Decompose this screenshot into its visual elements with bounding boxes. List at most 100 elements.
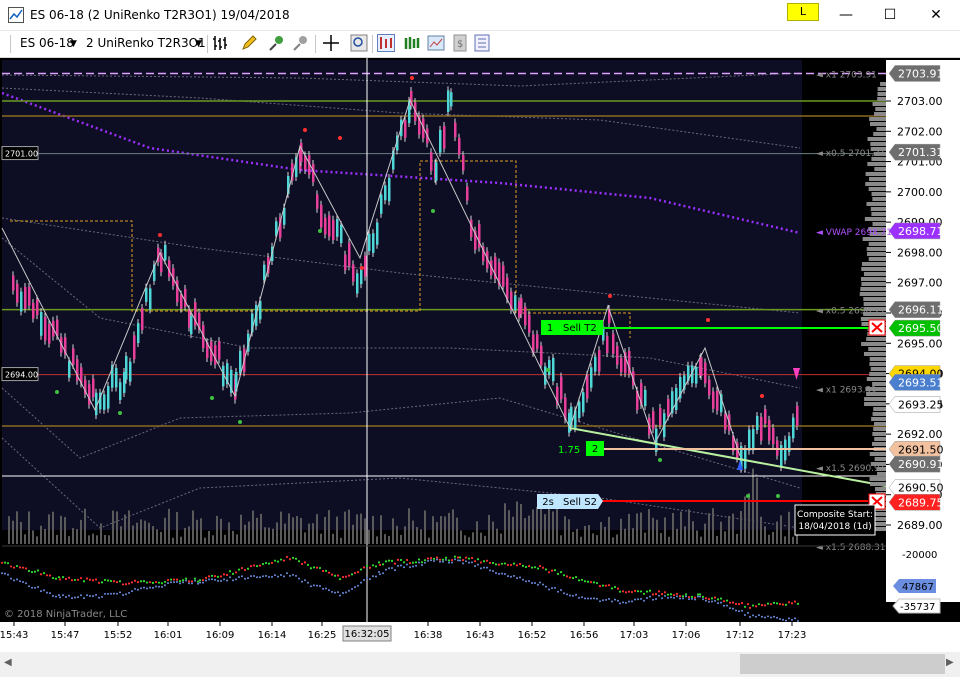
volume-bar [696,530,698,544]
delta-dot [518,562,522,566]
cumulative-dot [537,583,539,586]
delta-dot [512,562,516,565]
scroll-left-icon[interactable]: ◀ [4,657,12,668]
volume-bar [764,526,766,544]
volume-bar [716,535,718,544]
cumulative-dot [776,616,778,619]
chart-trader-icon[interactable] [427,34,445,52]
cumulative-dot [439,560,441,563]
delta-dot [453,555,457,558]
volume-bar [708,513,710,544]
profile-bar [870,207,886,211]
renko-bar-down [724,414,727,430]
profile-bar [867,137,886,141]
bar-style-icon[interactable] [212,34,230,52]
cumulative-dot [295,574,297,577]
volume-bar [572,531,574,544]
profile-bar [861,282,886,286]
cumulative-dot [705,599,707,602]
delta-dot [544,568,548,571]
renko-bar-down [462,155,465,171]
close-button[interactable]: ✕ [913,0,959,30]
delta-dot [772,601,776,605]
cumulative-dot [25,582,27,585]
swing-dot [338,136,342,140]
delta-dot [509,563,513,567]
zoom-in-icon[interactable] [268,34,286,52]
delta-dot [393,562,397,565]
volume-bar [28,511,30,544]
time-tick-label: 17:03 [620,630,649,641]
renko-bar-up [20,291,23,312]
time-tick-label: 15:52 [104,630,133,641]
period-selector[interactable]: 2 UniRenko T2R3O1 [86,36,206,50]
time-tick-label: 16:01 [154,630,183,641]
toolbar-separator [207,35,208,53]
delta-dot [133,579,137,582]
band-label: ◄ x0.5 2701.31 [816,149,886,159]
volume-bar [232,530,234,544]
instrument-selector[interactable]: ES 06-18 [20,36,74,50]
left-tag-text: 2701.00 [5,150,38,159]
magnify-icon[interactable] [350,34,368,52]
chevron-down-icon[interactable]: ▼ [195,39,202,49]
volume-bar [460,530,462,544]
cumulative-dot [631,600,633,603]
cumulative-dot [265,574,267,577]
delta-dot [684,593,688,596]
dollar-icon[interactable]: $ [451,34,469,52]
cumulative-dot [223,578,225,581]
indicators-icon[interactable] [377,34,395,52]
volume-bar [80,519,82,544]
maximize-button[interactable]: ☐ [867,0,913,30]
volume-bar [568,519,570,544]
delta-dot [760,603,764,607]
volume-bar [184,527,186,544]
renko-bar-up [107,386,110,409]
delta-dot [300,562,304,566]
renko-bar-up [695,367,698,384]
cumulative-dot [194,579,196,582]
price-chart[interactable]: 2703.002702.002701.002700.002699.002698.… [0,58,960,652]
cumulative-dot [468,561,470,564]
volume-bar [176,512,178,544]
volume-bar [84,508,86,544]
volume-bar [208,530,210,544]
strategies-icon[interactable] [403,34,421,52]
delta-dot [787,601,791,604]
renko-bar-down [141,307,144,330]
horizontal-scrollbar[interactable]: ◀ ▶ [0,652,960,677]
properties-icon[interactable] [473,34,491,52]
volume-bar [412,520,414,544]
pencil-draw-icon[interactable] [240,34,258,52]
delta-dot [734,602,738,606]
chevron-down-icon[interactable]: ▼ [70,39,77,49]
volume-bar [476,521,478,544]
cumulative-dot [59,596,61,599]
renko-bar-up [356,273,359,294]
renko-bar-down [24,286,27,309]
cumulative-dot [445,558,447,561]
delta-dot [207,575,211,578]
scroll-right-icon[interactable]: ▶ [946,657,954,668]
renko-bar-down [652,411,655,430]
crosshair-icon[interactable] [322,34,340,52]
scrollbar-thumb[interactable] [740,654,945,674]
renko-bar-down [184,288,187,307]
chart-panel[interactable]: 2703.00 2702.00 2701.00 2700.00 2699.00 2698.… [0,58,960,652]
cumulative-dot [474,565,476,568]
volume-bar [644,532,646,544]
swing-dot [55,390,59,394]
cumulative-dot [322,587,324,590]
volume-bar [196,519,198,544]
swing-dot [238,420,242,424]
link-badge[interactable]: L [787,3,819,21]
volume-bar [8,516,10,544]
delta-dot [333,574,337,577]
delta-dot [169,578,173,581]
zoom-out-icon[interactable] [292,34,310,52]
delta-dot [142,580,146,583]
delta-dot [145,581,149,584]
minimize-button[interactable]: — [823,0,869,30]
delta-dot [374,565,378,568]
